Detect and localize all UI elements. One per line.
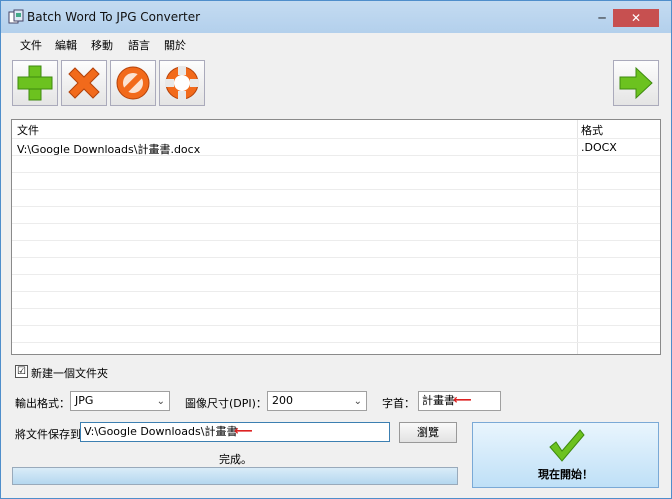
clear-icon (116, 66, 150, 100)
grid-line (12, 240, 660, 241)
red-arrow-icon: ⟵ (453, 393, 472, 408)
save-path-value: V:\Google Downloads\計畫書 (84, 425, 238, 438)
new-folder-label: 新建一個文件夾 (31, 367, 108, 380)
menu-about[interactable]: 關於 (164, 37, 186, 53)
clear-list-button[interactable] (110, 60, 156, 106)
output-format-value: JPG (75, 394, 94, 407)
help-button[interactable] (159, 60, 205, 106)
grid-line (12, 342, 660, 343)
app-window: Batch Word To JPG Converter ─ ✕ 文件 編輯 移動… (0, 0, 672, 499)
next-arrow-icon (619, 66, 653, 100)
next-step-button[interactable] (613, 60, 659, 106)
help-icon (165, 66, 199, 100)
prefix-label: 字首： (382, 397, 415, 410)
dpi-select[interactable]: 200 ⌄ (267, 391, 367, 411)
add-icon (17, 65, 53, 101)
output-format-label: 輸出格式： (15, 397, 70, 410)
grid-line (12, 189, 660, 190)
grid-line (12, 291, 660, 292)
menu-language[interactable]: 語言 (128, 37, 150, 53)
dpi-label: 圖像尺寸(DPI)： (185, 397, 267, 410)
menu-bar: 文件 編輯 移動 語言 關於 (1, 33, 671, 55)
app-icon (8, 9, 24, 24)
chevron-down-icon: ⌄ (156, 396, 165, 407)
column-header-file[interactable]: 文件 (17, 122, 39, 138)
grid-line (12, 308, 660, 309)
grid-line (12, 257, 660, 258)
status-text: 完成。 (219, 453, 252, 466)
grid-line (12, 223, 660, 224)
grid-line (12, 325, 660, 326)
progress-bar (12, 467, 458, 485)
remove-file-button[interactable] (61, 60, 107, 106)
browse-button[interactable]: 瀏覽 (399, 422, 457, 443)
menu-edit[interactable]: 編輯 (55, 37, 77, 53)
file-list[interactable]: 文件 格式 V:\Google Downloads\計畫書.docx .DOCX (11, 119, 661, 355)
column-header-format[interactable]: 格式 (581, 122, 603, 138)
save-to-label: 將文件保存到 (15, 428, 81, 441)
title-bar[interactable]: Batch Word To JPG Converter ─ ✕ (1, 1, 671, 33)
start-now-label: 現在開始！ (538, 468, 593, 481)
checkmark-icon (549, 429, 585, 462)
minimize-button[interactable]: ─ (590, 9, 614, 27)
table-row-file[interactable]: V:\Google Downloads\計畫書.docx (17, 141, 200, 157)
output-format-select[interactable]: JPG ⌄ (70, 391, 170, 411)
menu-move[interactable]: 移動 (91, 37, 113, 53)
start-now-button[interactable]: 現在開始！ (472, 422, 659, 488)
add-files-button[interactable] (12, 60, 58, 106)
red-arrow-icon: ⟵ (234, 424, 253, 439)
grid-line (12, 206, 660, 207)
table-row-format[interactable]: .DOCX (581, 141, 617, 154)
window-title: Batch Word To JPG Converter (27, 10, 201, 24)
chevron-down-icon: ⌄ (353, 396, 362, 407)
dpi-value: 200 (272, 394, 293, 407)
grid-line (12, 172, 660, 173)
new-folder-checkbox[interactable]: ☑ (15, 365, 28, 378)
remove-icon (68, 67, 100, 99)
prefix-value: 計畫書 (422, 394, 455, 407)
close-button[interactable]: ✕ (613, 9, 659, 27)
menu-file[interactable]: 文件 (20, 37, 42, 53)
grid-line (12, 138, 660, 139)
grid-line (12, 274, 660, 275)
